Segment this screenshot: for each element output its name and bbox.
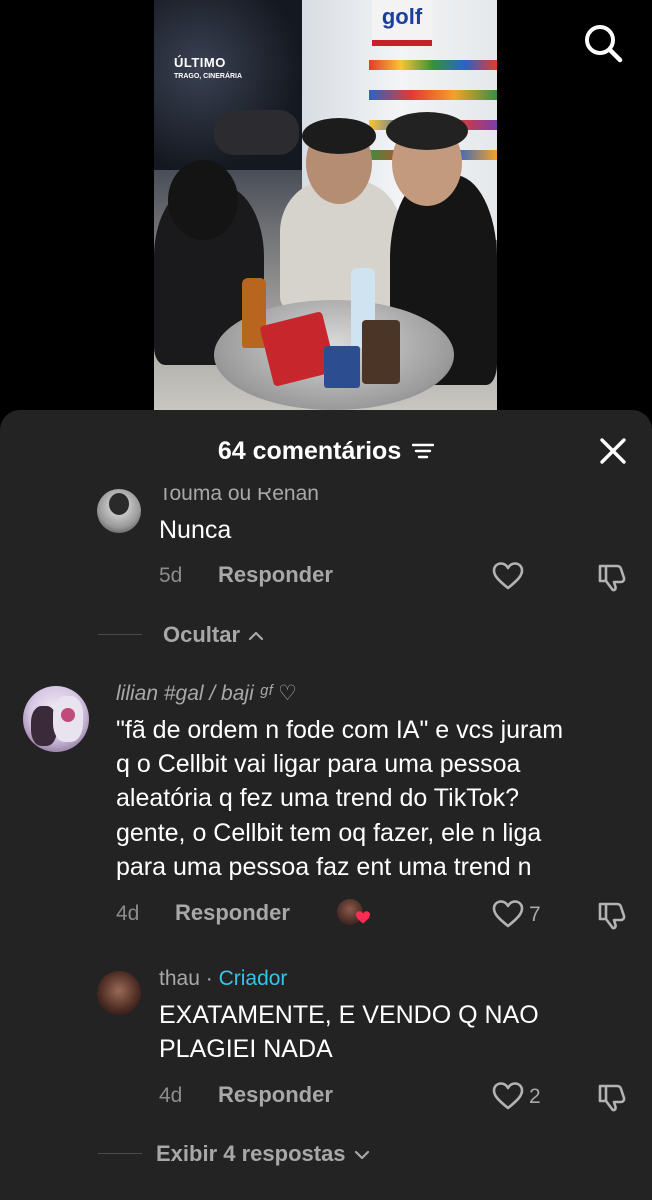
comments-header: 64 comentários [0, 410, 652, 490]
video-person-left-head [168, 160, 238, 240]
show-replies-label: Exibir 4 respostas [156, 1141, 346, 1166]
comment-text: Nunca [159, 516, 232, 544]
comments-title-wrap: 64 comentários [0, 437, 652, 467]
close-icon [600, 438, 626, 464]
like-count: 7 [529, 903, 541, 926]
video-player[interactable]: golf ÚLTIMO TRAGO, CINERÁRIA [0, 0, 652, 420]
video-cup [324, 346, 360, 388]
dislike-button[interactable] [597, 562, 629, 597]
avatar[interactable] [23, 686, 89, 752]
hide-replies-button[interactable]: Ocultar [163, 622, 264, 648]
hide-replies-label: Ocultar [163, 622, 241, 647]
video-watermark-subtitle: TRAGO, CINERÁRIA [174, 73, 243, 80]
separator-dot: · [205, 967, 213, 990]
search-button[interactable] [582, 22, 624, 64]
reply-username-row: thau · Criador [159, 967, 287, 991]
filter-icon [411, 443, 435, 459]
avatar[interactable] [97, 489, 141, 533]
comment-text-line: q o Cellbit vai ligar para uma pessoa [116, 750, 521, 778]
thumbs-down-icon [598, 902, 626, 930]
chevron-up-icon [249, 632, 264, 641]
comments-sheet[interactable]: 64 comentários Touma ou Renan Nunca 5d R… [0, 410, 652, 1200]
comment-text-line: para uma pessoa faz ent uma trend n [116, 853, 532, 881]
video-watermark: ÚLTIMO TRAGO, CINERÁRIA [174, 54, 242, 80]
search-icon [585, 25, 623, 63]
avatar[interactable] [97, 971, 141, 1015]
comment-username[interactable]: lilian #gal / baji ᵍᶠ ♡ [116, 681, 297, 706]
reply-date: 4d [159, 1084, 183, 1107]
like-count: 2 [529, 1085, 541, 1108]
video-store-sign-text: golf [381, 4, 423, 29]
creator-liked-badge [337, 897, 373, 927]
close-button[interactable] [598, 436, 628, 466]
heart-icon [356, 911, 370, 924]
creator-badge: Criador [218, 967, 288, 990]
heart-icon [492, 562, 524, 590]
thread-divider [98, 634, 142, 635]
video-person-right-hair [386, 112, 468, 150]
heart-icon [492, 1082, 524, 1110]
thread-divider [98, 1153, 142, 1154]
comment-date: 5d [159, 564, 183, 587]
avatar-figure [109, 493, 129, 515]
chevron-down-icon [354, 1151, 369, 1160]
comment-date: 4d [116, 902, 140, 925]
reply-button[interactable]: Responder [218, 1082, 333, 1108]
reply-username[interactable]: thau [159, 967, 200, 990]
reply-text-line: PLAGIEI NADA [159, 1035, 333, 1063]
like-button[interactable] [492, 1081, 524, 1116]
comment-text-line: aleatória q fez uma trend do TikTok? [116, 784, 520, 812]
video-cup [362, 320, 400, 384]
like-button[interactable] [492, 899, 524, 934]
comments-count-title: 64 comentários [217, 437, 402, 465]
thumbs-down-icon [598, 564, 626, 592]
comment-text-line: "fã de ordem n fode com IA" e vcs juram [116, 716, 564, 744]
reply-button[interactable]: Responder [175, 900, 290, 926]
heart-icon [492, 900, 524, 928]
video-motorbikes [214, 110, 299, 155]
filter-button[interactable] [411, 438, 435, 467]
show-replies-button[interactable]: Exibir 4 respostas [156, 1141, 370, 1167]
video-person-middle-hair [302, 118, 376, 154]
dislike-button[interactable] [597, 900, 629, 935]
thumbs-down-icon [598, 1084, 626, 1112]
avatar-figure [61, 708, 75, 722]
video-watermark-title: ÚLTIMO [174, 55, 226, 70]
dislike-button[interactable] [597, 1082, 629, 1117]
reply-button[interactable]: Responder [218, 562, 333, 588]
video-shelf [369, 60, 497, 70]
video-frame[interactable]: golf ÚLTIMO TRAGO, CINERÁRIA [154, 0, 497, 412]
reply-text-line: EXATAMENTE, E VENDO Q NAO [159, 1001, 539, 1029]
like-button[interactable] [492, 561, 524, 596]
comment-text-line: gente, o Cellbit tem oq fazer, ele n lig… [116, 819, 542, 847]
video-shelf [369, 90, 497, 100]
